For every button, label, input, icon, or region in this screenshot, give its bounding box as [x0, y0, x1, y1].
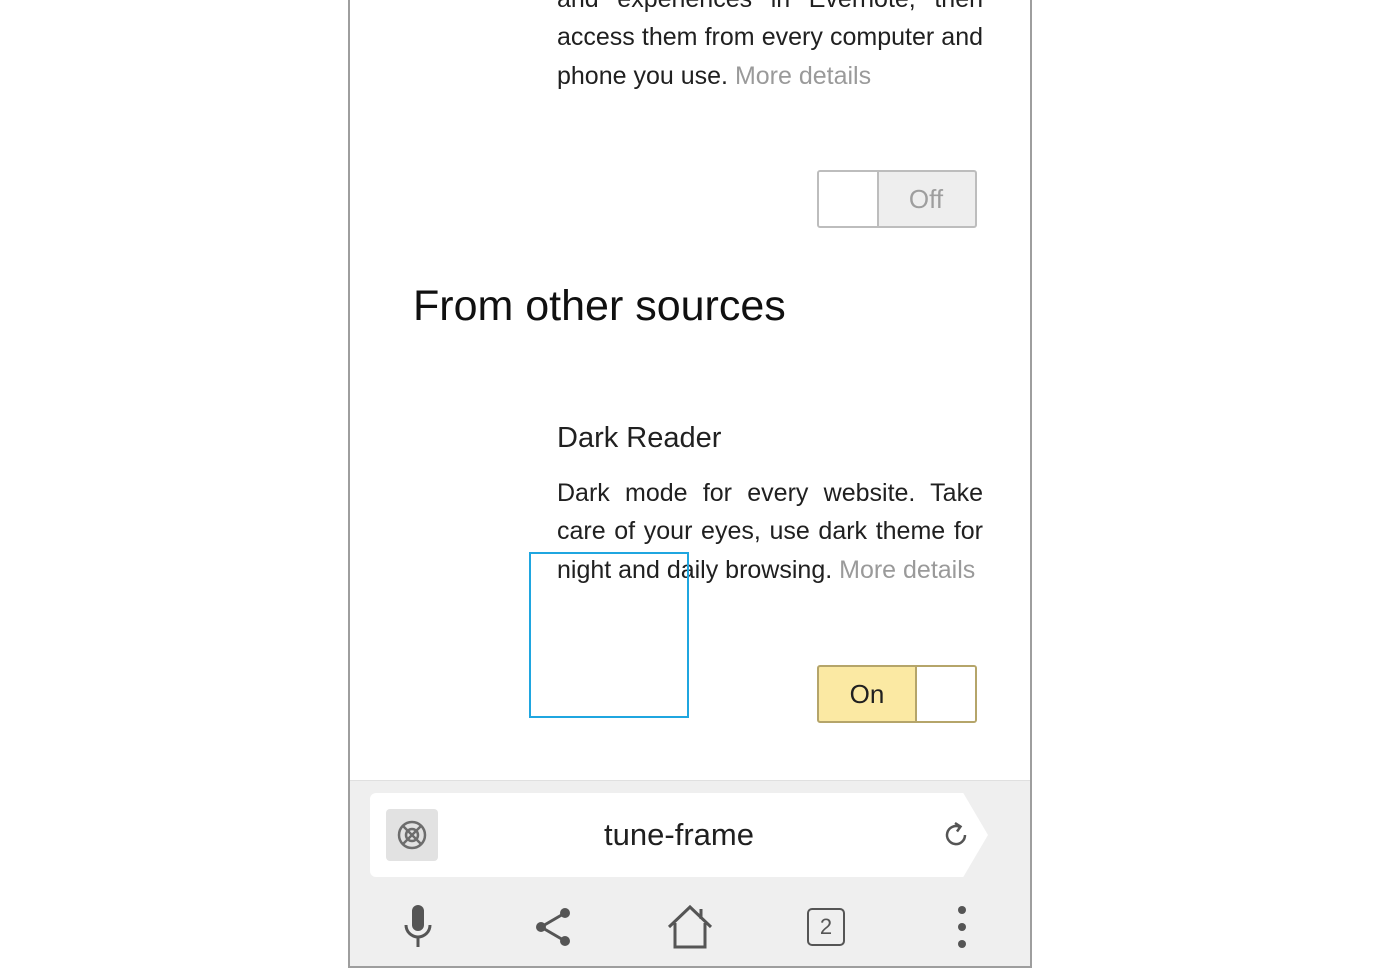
browser-window: and experiences in Evernote, then access… [348, 0, 1032, 968]
section-heading: From other sources [413, 282, 786, 330]
toggle-label: On [849, 679, 885, 709]
reload-icon[interactable] [936, 815, 976, 855]
tabs-icon[interactable]: 2 [796, 897, 856, 957]
toggle-knob [915, 667, 975, 721]
microphone-icon[interactable] [388, 897, 448, 957]
browser-bottom-bar: tune-frame 2 [350, 780, 1030, 966]
more-details-link[interactable]: More details [735, 62, 871, 90]
extension-toggle-off[interactable]: Off [817, 170, 977, 228]
more-details-link[interactable]: More details [839, 556, 975, 584]
address-bar[interactable]: tune-frame [370, 793, 988, 877]
share-icon[interactable] [524, 897, 584, 957]
extension-name: Dark Reader [557, 422, 722, 454]
extension-description-evernote: and experiences in Evernote, then access… [557, 0, 983, 95]
home-icon[interactable] [660, 897, 720, 957]
tab-count: 2 [807, 908, 845, 946]
description-partial-line: and experiences in Evernote, then [557, 0, 983, 13]
bottom-toolbar: 2 [350, 891, 1030, 966]
blocked-circle-icon[interactable] [386, 809, 438, 861]
toggle-knob [819, 172, 879, 226]
url-text[interactable]: tune-frame [460, 793, 898, 877]
more-vert-icon[interactable] [932, 897, 992, 957]
extensions-page: and experiences in Evernote, then access… [350, 0, 1030, 780]
focus-highlight-box [529, 552, 689, 718]
extension-toggle-on[interactable]: On [817, 665, 977, 723]
toggle-label: Off [908, 184, 944, 214]
